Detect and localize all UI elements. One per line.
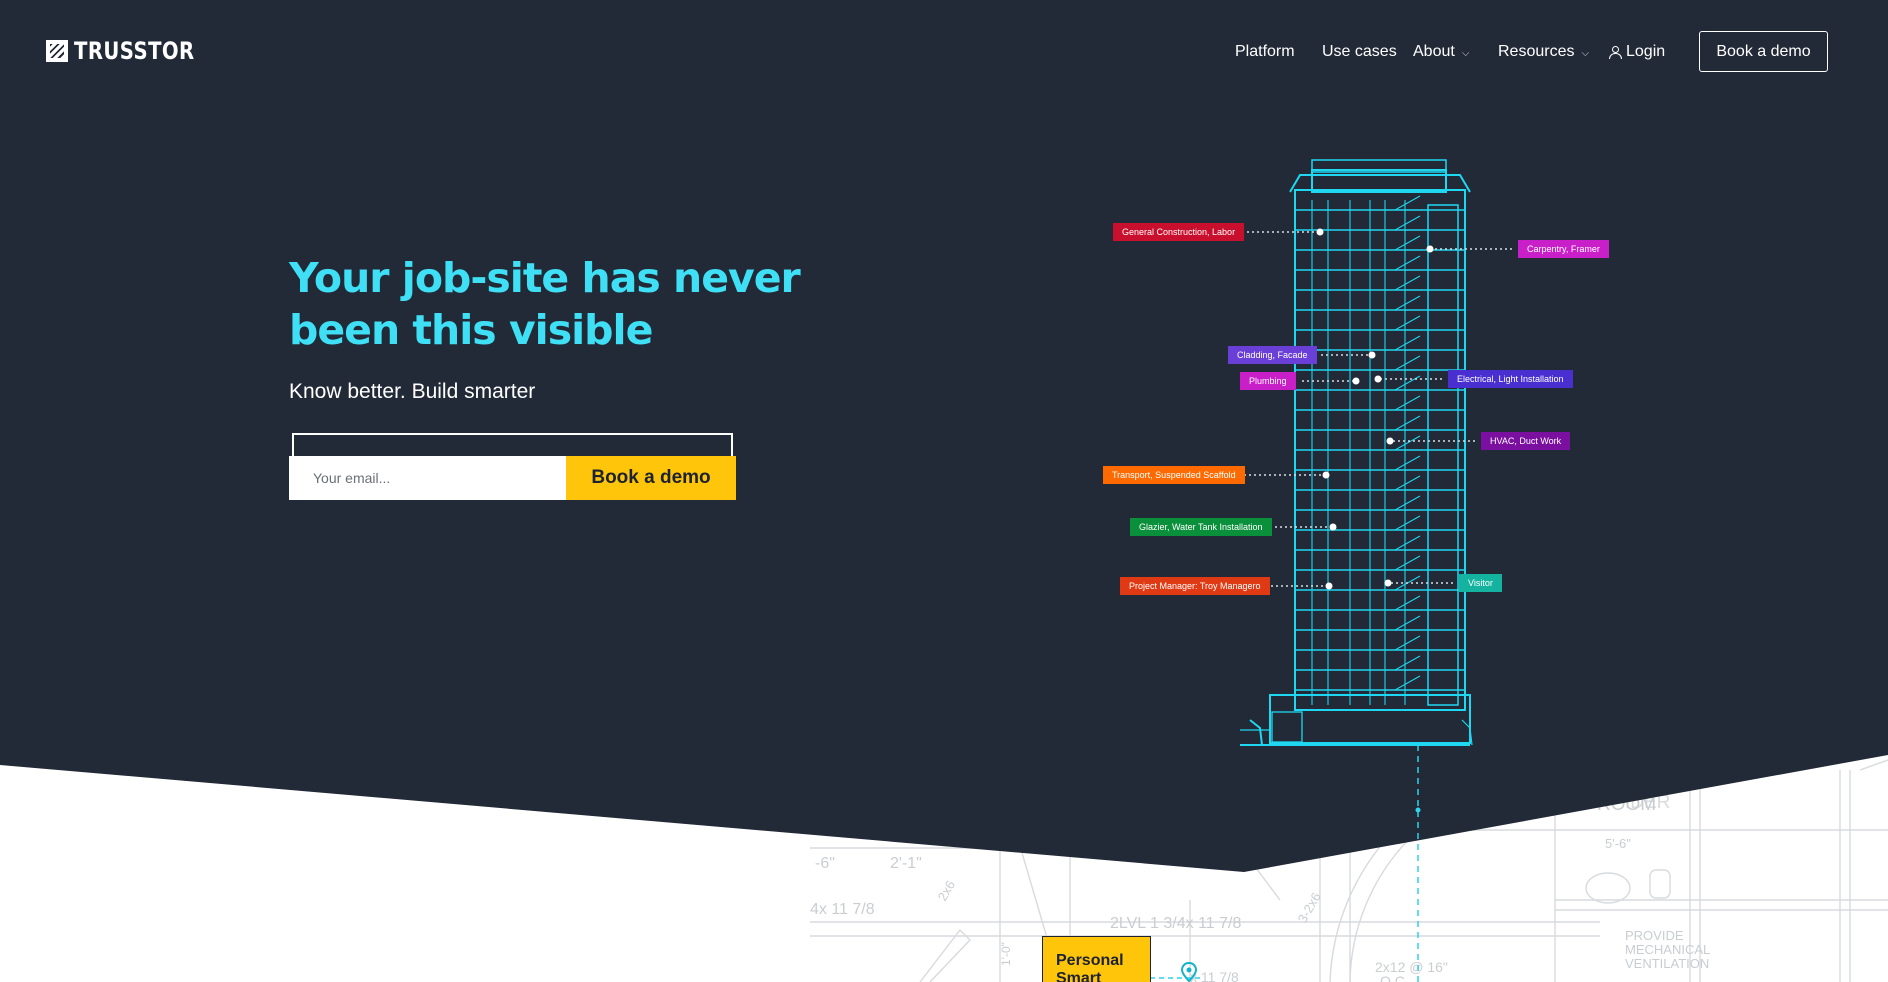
trade-tag: Transport, Suspended Scaffold	[1103, 466, 1245, 484]
building-illustration	[1240, 159, 1512, 746]
trade-tag: Plumbing	[1240, 372, 1296, 390]
hero-section: ROOM 5'-6" IDER PROVIDE MECHANICAL VENTI…	[0, 0, 1888, 982]
trade-tag: Carpentry, Framer	[1518, 240, 1609, 258]
trade-tag: Electrical, Light Installation	[1448, 370, 1573, 388]
location-pin-icon	[1181, 962, 1197, 982]
trade-tag: HVAC, Duct Work	[1481, 432, 1571, 450]
trade-tag: Cladding, Facade	[1228, 346, 1317, 364]
trade-tag: Visitor	[1459, 574, 1502, 592]
trade-tag: General Construction, Labor	[1113, 223, 1245, 241]
trade-tag: Project Manager: Troy Managero	[1120, 577, 1270, 595]
trade-tag: Glazier, Water Tank Installation	[1130, 518, 1272, 536]
personal-smart-card: Personal Smart	[1042, 936, 1151, 982]
